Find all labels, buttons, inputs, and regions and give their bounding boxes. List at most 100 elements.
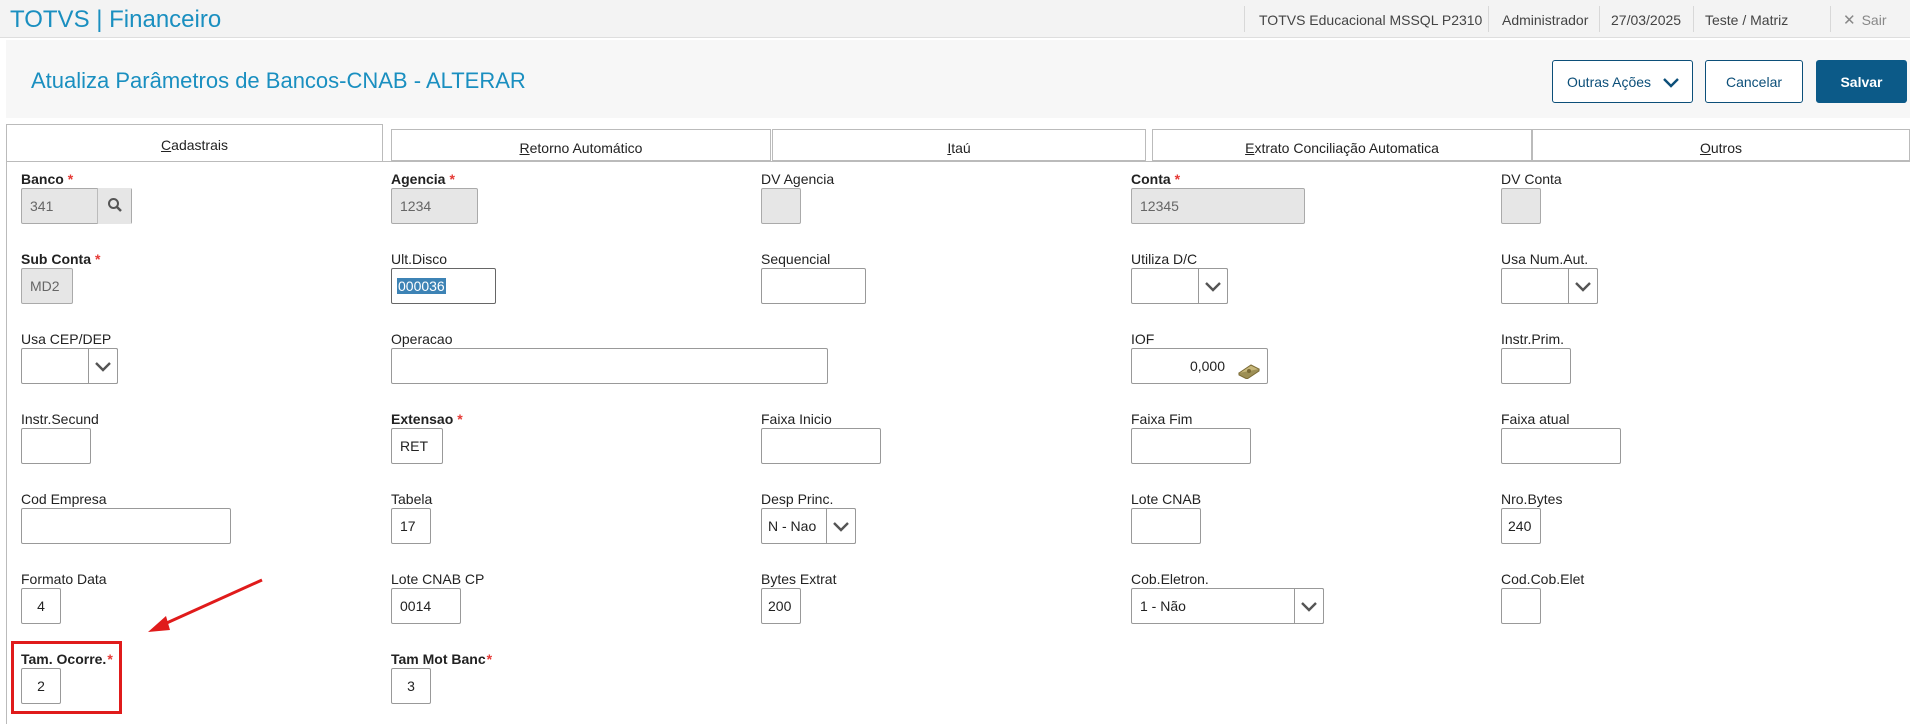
formato-data-input[interactable]: 4 <box>21 588 61 624</box>
search-icon[interactable] <box>97 188 131 224</box>
top-bar: TOTVS | Financeiro TOTVS Educacional MSS… <box>0 0 1910 38</box>
tam-mot-banc-label: Tam Mot Banc* <box>391 651 493 667</box>
nro-bytes-label: Nro.Bytes <box>1501 491 1563 507</box>
app-title: TOTVS | Financeiro <box>10 6 222 33</box>
banco-label: Banco * <box>21 171 74 187</box>
save-button[interactable]: Salvar <box>1816 60 1907 103</box>
usa-num-aut-select[interactable] <box>1501 268 1598 304</box>
faixa-inicio-label: Faixa Inicio <box>761 411 832 427</box>
desp-princ-label: Desp Princ. <box>761 491 834 507</box>
agencia-label: Agencia * <box>391 171 455 187</box>
date-label[interactable]: 27/03/2025 <box>1611 12 1681 28</box>
extensao-label: Extensao * <box>391 411 463 427</box>
agencia-input[interactable]: 1234 <box>391 188 478 224</box>
instr-secund-label: Instr.Secund <box>21 411 99 427</box>
dv-conta-label: DV Conta <box>1501 171 1562 187</box>
usa-cep-dep-label: Usa CEP/DEP <box>21 331 112 347</box>
chevron-down-icon[interactable] <box>1294 588 1324 624</box>
sub-conta-input[interactable]: MD2 <box>21 268 73 304</box>
divider <box>1488 6 1489 32</box>
sequencial-input[interactable] <box>761 268 866 304</box>
tab-outros[interactable]: Outros <box>1532 129 1910 161</box>
selected-text: 000036 <box>397 278 446 294</box>
tab-itau[interactable]: Itaú <box>772 129 1146 161</box>
iof-input[interactable]: 0,000 <box>1131 348 1268 384</box>
tab-extrato-conciliacao[interactable]: Extrato Conciliação Automatica <box>1152 129 1532 161</box>
ult-disco-input[interactable]: 000036 <box>391 268 496 304</box>
desp-princ-value: N - Nao <box>768 518 817 534</box>
user-label[interactable]: Administrador <box>1502 12 1588 28</box>
banco-input[interactable]: 341 <box>21 188 132 224</box>
tab-accesskey: O <box>1699 140 1711 156</box>
dv-agencia-label: DV Agencia <box>761 171 835 187</box>
tab-label: utros <box>1710 140 1742 156</box>
tab-accesskey: C <box>161 137 172 153</box>
conta-label: Conta * <box>1131 171 1181 187</box>
bytes-extrat-label: Bytes Extrat <box>761 571 837 587</box>
tab-label: adastrais <box>171 137 228 153</box>
lote-cnab-cp-input[interactable]: 0014 <box>391 588 461 624</box>
instr-prim-input[interactable] <box>1501 348 1571 384</box>
iof-label: IOF <box>1131 331 1155 347</box>
instr-secund-input[interactable] <box>21 428 91 464</box>
usa-num-aut-label: Usa Num.Aut. <box>1501 251 1589 267</box>
faixa-inicio-input[interactable] <box>761 428 881 464</box>
nro-bytes-input[interactable]: 240 <box>1501 508 1541 544</box>
dv-conta-input[interactable] <box>1501 188 1541 224</box>
tabela-input[interactable]: 17 <box>391 508 431 544</box>
sequencial-label: Sequencial <box>761 251 831 267</box>
more-actions-label: Outras Ações <box>1567 73 1652 90</box>
cod-empresa-input[interactable] <box>21 508 231 544</box>
tab-label: taú <box>951 140 971 156</box>
banco-value: 341 <box>30 198 54 214</box>
sub-conta-label: Sub Conta * <box>21 251 101 267</box>
faixa-atual-input[interactable] <box>1501 428 1621 464</box>
tam-mot-banc-input[interactable]: 3 <box>391 668 431 704</box>
page-title: Atualiza Parâmetros de Bancos-CNAB - ALT… <box>31 68 526 93</box>
tabela-label: Tabela <box>391 491 433 507</box>
tab-cadastrais[interactable]: Cadastrais <box>6 124 383 162</box>
environment-label: TOTVS Educacional MSSQL P2310 <box>1259 12 1483 28</box>
cob-eletron-value: 1 - Não <box>1140 598 1186 614</box>
cod-cob-elet-input[interactable] <box>1501 588 1541 624</box>
extensao-input[interactable]: RET <box>391 428 443 464</box>
tab-retorno-automatico[interactable]: Retorno Automático <box>391 129 771 161</box>
desp-princ-select[interactable]: N - Nao <box>761 508 856 544</box>
lote-cnab-input[interactable] <box>1131 508 1201 544</box>
usa-cep-dep-select[interactable] <box>21 348 118 384</box>
branch-label[interactable]: Teste / Matriz <box>1705 12 1788 28</box>
ult-disco-label: Ult.Disco <box>391 251 448 267</box>
formato-data-label: Formato Data <box>21 571 107 587</box>
cod-cob-elet-label: Cod.Cob.Elet <box>1501 571 1585 587</box>
cancel-button[interactable]: Cancelar <box>1705 60 1803 103</box>
dv-agencia-input[interactable] <box>761 188 801 224</box>
faixa-atual-label: Faixa atual <box>1501 411 1570 427</box>
chevron-down-icon[interactable] <box>88 348 118 384</box>
operacao-input[interactable] <box>391 348 828 384</box>
instr-prim-label: Instr.Prim. <box>1501 331 1565 347</box>
cob-eletron-select[interactable]: 1 - Não <box>1131 588 1324 624</box>
chevron-down-icon[interactable] <box>1568 268 1598 304</box>
bytes-extrat-input[interactable]: 200 <box>761 588 801 624</box>
divider <box>1693 6 1694 32</box>
cob-eletron-label: Cob.Eletron. <box>1131 571 1209 587</box>
chevron-down-icon[interactable] <box>1198 268 1228 304</box>
faixa-fim-label: Faixa Fim <box>1131 411 1193 427</box>
tab-accesskey: R <box>519 140 530 156</box>
more-actions-button[interactable]: Outras Ações <box>1552 60 1693 103</box>
operacao-label: Operacao <box>391 331 453 347</box>
logout-button[interactable]: ✕ Sair <box>1843 11 1886 29</box>
tab-label: xtrato Conciliação Automatica <box>1254 140 1439 156</box>
utiliza-dc-select[interactable] <box>1131 268 1228 304</box>
tab-bar: Cadastrais Retorno Automático Itaú Extra… <box>6 124 1910 162</box>
calculator-icon[interactable] <box>1237 357 1261 391</box>
conta-input[interactable]: 12345 <box>1131 188 1305 224</box>
faixa-fim-input[interactable] <box>1131 428 1251 464</box>
close-icon: ✕ <box>1843 12 1856 29</box>
utiliza-dc-label: Utiliza D/C <box>1131 251 1198 267</box>
divider <box>1830 6 1831 32</box>
divider <box>1599 6 1600 32</box>
form-area <box>6 161 1910 724</box>
chevron-down-icon[interactable] <box>826 508 856 544</box>
page-header: Atualiza Parâmetros de Bancos-CNAB - ALT… <box>6 40 1910 118</box>
